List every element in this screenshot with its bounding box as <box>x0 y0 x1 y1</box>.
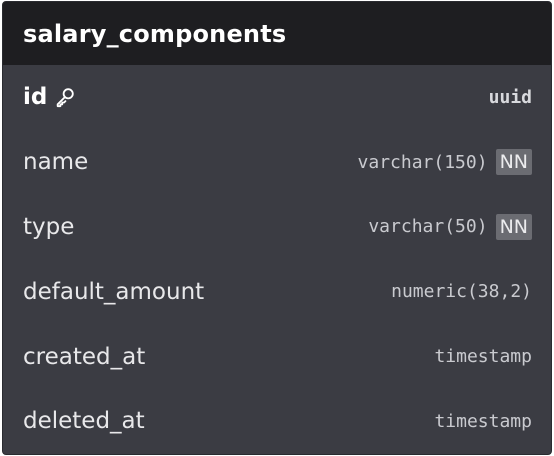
column-row-left: deleted_at <box>23 408 145 434</box>
column-row-right: varchar(150) NN <box>357 149 532 176</box>
column-type: varchar(50) <box>368 216 488 238</box>
column-row-left: type <box>23 214 74 240</box>
column-type: timestamp <box>434 346 532 368</box>
column-row-deleted-at[interactable]: deleted_at timestamp <box>3 389 551 454</box>
column-row-type[interactable]: type varchar(50) NN <box>3 195 551 260</box>
column-row-default-amount[interactable]: default_amount numeric(38,2) <box>3 259 551 324</box>
column-row-right: timestamp <box>434 411 532 432</box>
column-row-left: created_at <box>23 344 145 370</box>
column-row-created-at[interactable]: created_at timestamp <box>3 324 551 389</box>
key-icon <box>53 85 77 109</box>
column-row-id[interactable]: id uuid <box>3 65 551 130</box>
table-card[interactable]: salary_components id uuid name varchar(1… <box>2 1 552 455</box>
column-name: name <box>23 149 89 176</box>
column-name: created_at <box>23 343 146 370</box>
column-type: uuid <box>488 86 532 108</box>
column-type: varchar(150) <box>357 151 488 173</box>
column-row-right: numeric(38,2) <box>391 281 532 302</box>
column-row-left: default_amount <box>23 279 204 305</box>
column-name: type <box>23 213 75 240</box>
column-row-name[interactable]: name varchar(150) NN <box>3 130 551 195</box>
not-null-badge: NN <box>495 149 532 176</box>
table-header[interactable]: salary_components <box>3 2 551 65</box>
column-row-left: id <box>23 84 77 110</box>
column-type: numeric(38,2) <box>391 281 532 303</box>
column-type: timestamp <box>434 410 532 432</box>
column-row-right: uuid <box>489 87 532 108</box>
column-list: id uuid name varchar(150) NN type varcha… <box>3 65 551 454</box>
column-name: default_amount <box>23 278 205 305</box>
column-row-right: timestamp <box>434 346 532 367</box>
column-name: deleted_at <box>23 408 145 435</box>
column-row-right: varchar(50) NN <box>368 213 532 240</box>
not-null-badge: NN <box>495 213 532 240</box>
column-row-left: name <box>23 149 88 175</box>
table-title: salary_components <box>23 19 287 48</box>
column-name: id <box>23 84 48 111</box>
